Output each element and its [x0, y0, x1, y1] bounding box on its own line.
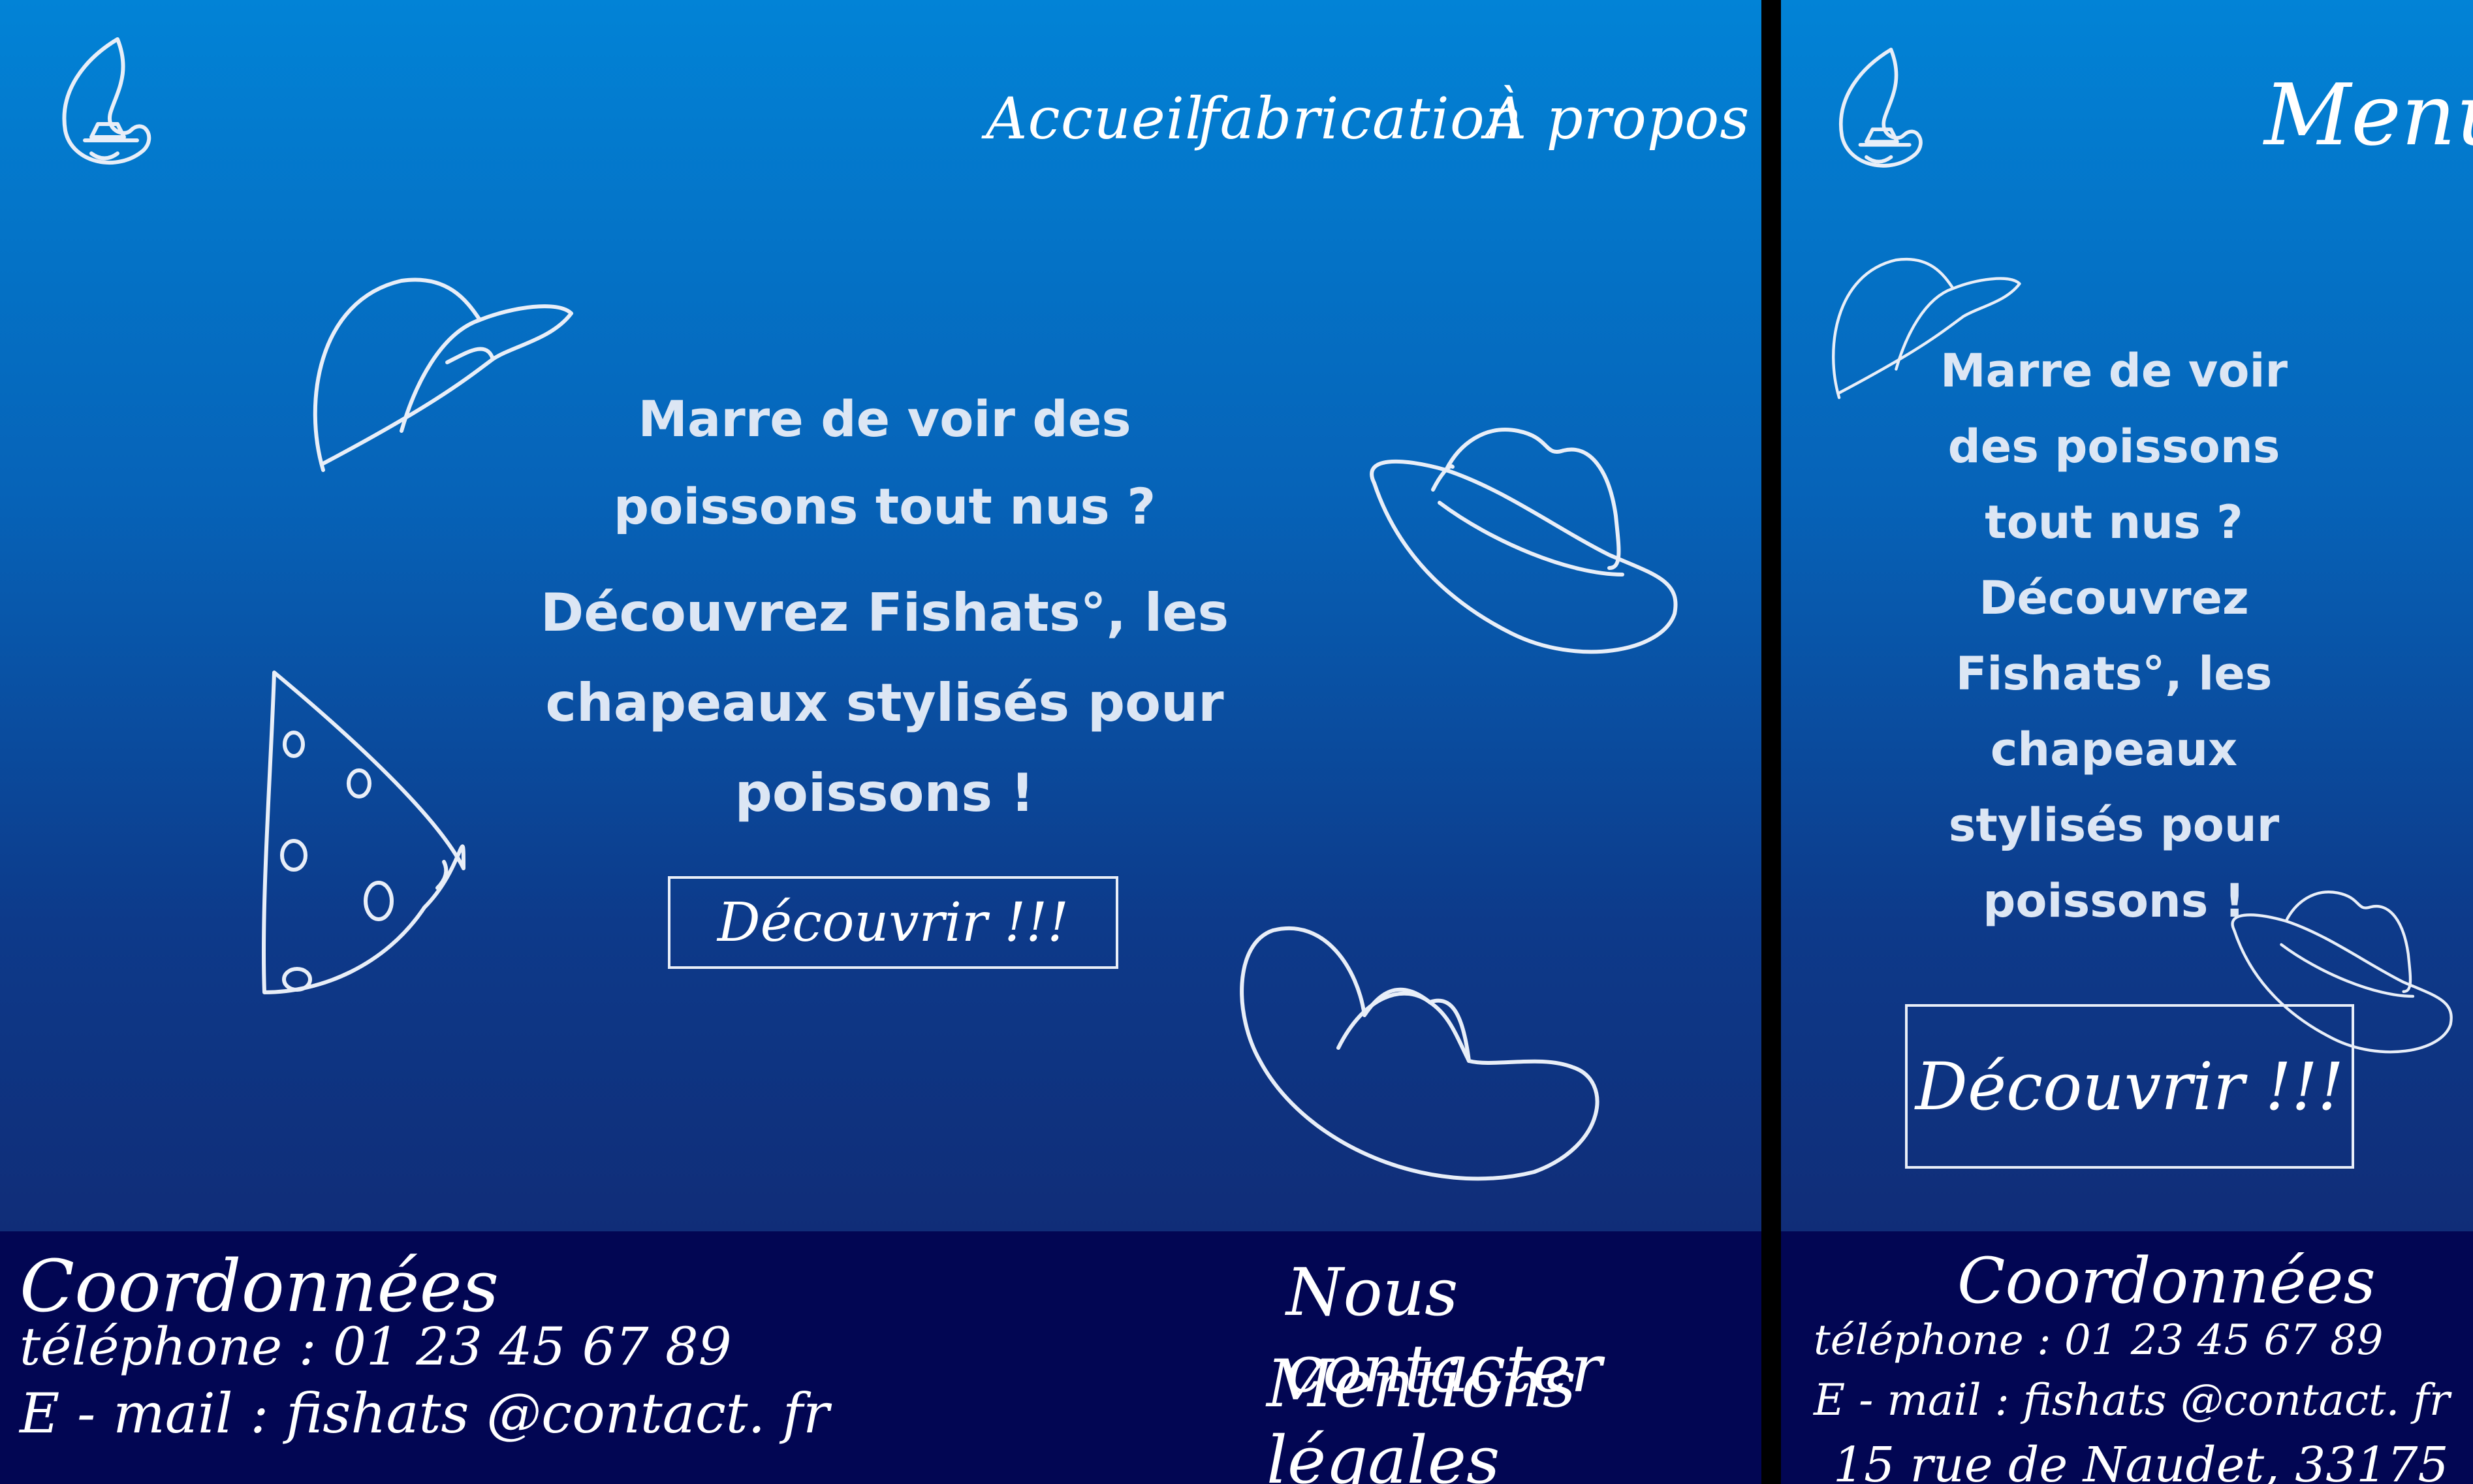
mobile-footer-phone: téléphone : 01 23 45 67 89: [1814, 1316, 2384, 1365]
nav-a-propos[interactable]: À propos: [1485, 85, 1750, 152]
mobile-hero-headline: Marre de voir des poissons tout nus ?: [1940, 344, 2288, 549]
desktop-mockup: Accueil fabrication À propos Marre de vo…: [0, 0, 1761, 1484]
hero-subheadline: Découvrez Fishats°, les chapeaux stylisé…: [540, 582, 1229, 823]
fish-logo-icon-mobile[interactable]: [1823, 39, 1928, 183]
fish-logo-icon[interactable]: [46, 33, 157, 176]
mobile-footer-heading: Coordonnées: [1957, 1244, 2376, 1318]
fedora-drawing-icon: [1370, 428, 1678, 654]
mobile-hero-section: Menu Marre de voir des poissons tout nus…: [1781, 0, 2473, 1231]
footer-heading: Coordonnées: [20, 1244, 499, 1328]
cap-drawing-icon: [313, 277, 573, 472]
mobile-mockup: Menu Marre de voir des poissons tout nus…: [1781, 0, 2473, 1484]
discover-button[interactable]: Découvrir !!!: [668, 876, 1118, 969]
cheese-party-hat-icon: [261, 671, 465, 994]
footer-email[interactable]: E - mail : fishats @contact. fr: [20, 1381, 829, 1445]
mobile-footer-address: 15 rue de Naudet, 33175: [1833, 1437, 2449, 1484]
mobile-footer-email[interactable]: E - mail : fishats @contact. fr: [1814, 1375, 2449, 1425]
nav-fabrication[interactable]: fabrication: [1198, 85, 1523, 152]
mobile-footer: Coordonnées téléphone : 01 23 45 67 89 E…: [1781, 1231, 2473, 1484]
legal-link[interactable]: Mentions légales: [1267, 1346, 1761, 1484]
nav-accueil[interactable]: Accueil: [986, 85, 1204, 152]
mobile-hero-subheadline: Découvrez Fishats°, les chapeaux stylisé…: [1948, 571, 2280, 928]
footer-phone: téléphone : 01 23 45 67 89: [20, 1316, 732, 1377]
beret-drawing-icon: [1240, 926, 1599, 1181]
mobile-discover-button[interactable]: Découvrir !!!: [1905, 1004, 2354, 1169]
menu-button[interactable]: Menu: [2264, 65, 2473, 165]
hero-headline: Marre de voir des poissons tout nus ?: [613, 390, 1156, 535]
footer: Coordonnées téléphone : 01 23 45 67 89 E…: [0, 1231, 1761, 1484]
hero-section: Accueil fabrication À propos Marre de vo…: [0, 0, 1761, 1231]
